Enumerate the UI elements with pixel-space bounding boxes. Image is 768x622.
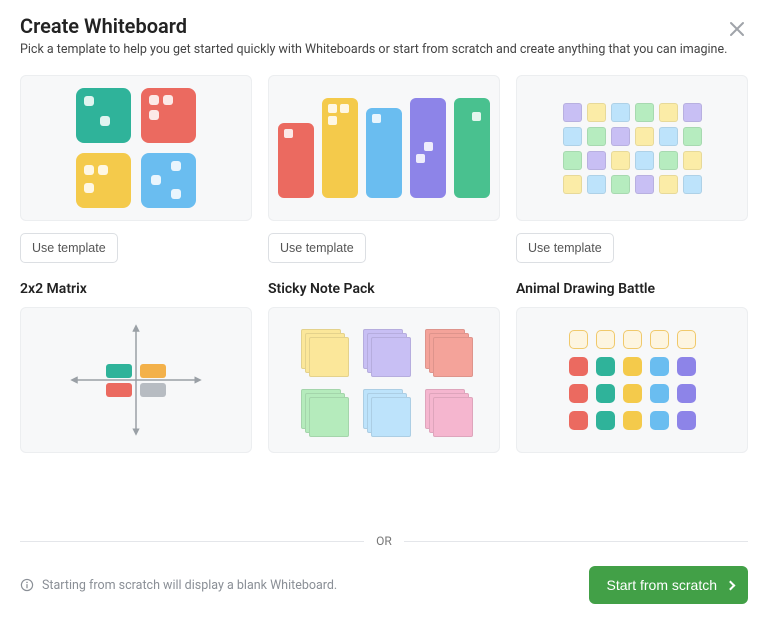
four-squares-icon: [76, 88, 196, 208]
or-divider: OR: [20, 534, 748, 548]
info-icon: [20, 578, 34, 592]
scratch-note: Starting from scratch will display a bla…: [20, 578, 337, 593]
close-icon[interactable]: [728, 20, 746, 38]
template-preview[interactable]: [268, 75, 500, 221]
template-preview[interactable]: [516, 75, 748, 221]
chevron-right-icon: [726, 580, 736, 590]
template-title: Animal Drawing Battle: [516, 281, 748, 297]
color-bars-icon: [278, 98, 490, 198]
template-title: Sticky Note Pack: [268, 281, 500, 297]
template-preview[interactable]: [20, 307, 252, 453]
dialog-header: Create Whiteboard: [0, 0, 768, 42]
or-label: OR: [376, 534, 392, 548]
template-preview[interactable]: [20, 75, 252, 221]
template-title: 2x2 Matrix: [20, 281, 252, 297]
color-grid-icon: [563, 103, 702, 194]
start-from-scratch-button[interactable]: Start from scratch: [589, 566, 748, 604]
template-preview[interactable]: [268, 307, 500, 453]
scratch-note-text: Starting from scratch will display a bla…: [42, 578, 337, 593]
matrix-icon: [66, 320, 206, 440]
color-dot-grid-icon: [569, 330, 696, 430]
template-grid: Use template 2x2 Matrix: [0, 69, 768, 453]
template-preview[interactable]: [516, 307, 748, 453]
scroll-fade: [0, 464, 768, 514]
template-card: Use template Animal Drawing Battle: [516, 75, 748, 453]
dialog-subtitle: Pick a template to help you get started …: [0, 42, 768, 69]
dialog-footer: OR Starting from scratch will display a …: [0, 520, 768, 622]
dialog-title: Create Whiteboard: [20, 14, 748, 38]
template-card: Use template Sticky Note Pack: [268, 75, 500, 453]
use-template-button[interactable]: Use template: [20, 233, 118, 263]
scratch-button-label: Start from scratch: [607, 577, 717, 593]
use-template-button[interactable]: Use template: [516, 233, 614, 263]
template-card: Use template 2x2 Matrix: [20, 75, 252, 453]
use-template-button[interactable]: Use template: [268, 233, 366, 263]
sticky-stacks-icon: [301, 329, 467, 431]
